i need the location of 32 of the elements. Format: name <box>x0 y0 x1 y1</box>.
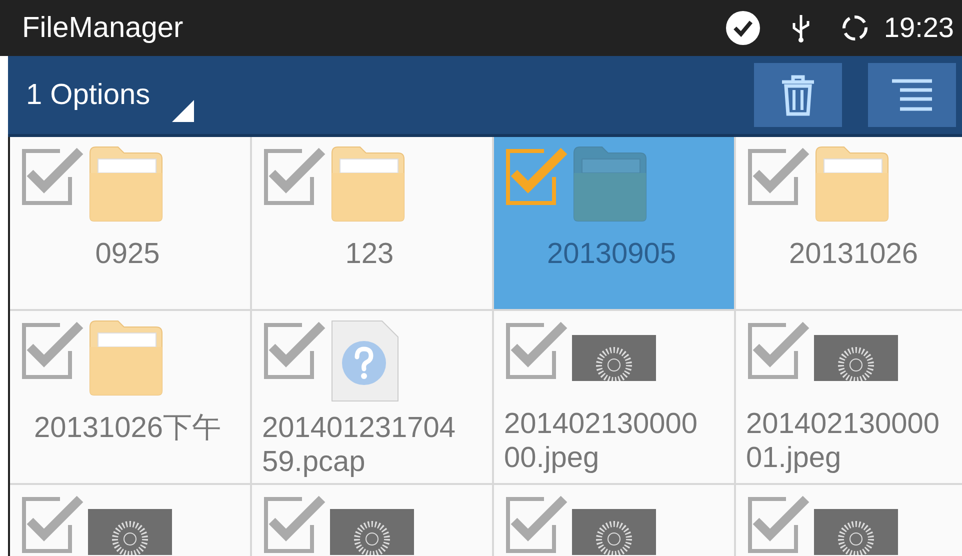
file-name: 20130905 <box>546 237 678 271</box>
file-name: 20131026下午 <box>32 411 222 445</box>
folder-icon <box>88 145 164 223</box>
chat-icon <box>724 9 762 47</box>
file-name: 20140213000001.jpeg <box>746 407 941 475</box>
options-label[interactable]: 1 Options <box>26 78 150 112</box>
unknown-file-icon <box>330 319 400 403</box>
file-name: 20140213000000.jpeg <box>504 407 699 475</box>
delete-button[interactable] <box>754 63 842 127</box>
folder-icon <box>572 145 648 223</box>
file-name: 20131026 <box>788 237 920 271</box>
menu-button[interactable] <box>868 63 956 127</box>
folder-icon <box>330 145 406 223</box>
dropdown-triangle-icon[interactable] <box>172 100 194 122</box>
folder-icon <box>88 319 164 397</box>
file-tile[interactable]: 20131026下午 <box>10 311 250 483</box>
file-name: 20140123170459.pcap <box>262 411 457 479</box>
app-title: FileManager <box>22 12 184 44</box>
file-tile[interactable]: 20140123170459.pcap <box>252 311 492 483</box>
file-tile[interactable]: 20130905 <box>494 137 734 309</box>
file-tile[interactable]: 0925 <box>10 137 250 309</box>
file-name: 0925 <box>94 237 161 271</box>
trash-icon <box>780 74 816 116</box>
file-tile[interactable]: 20140213000001.jpeg <box>736 311 962 483</box>
menu-icon <box>890 78 934 112</box>
clock-time: 19:23 <box>884 12 954 44</box>
folder-icon <box>814 145 890 223</box>
sync-icon <box>840 13 870 43</box>
file-tile[interactable]: 20140213000000.jpeg <box>494 311 734 483</box>
file-tile[interactable]: 20131026 <box>736 137 962 309</box>
file-name: 123 <box>344 237 395 271</box>
file-tile[interactable]: 123 <box>252 137 492 309</box>
